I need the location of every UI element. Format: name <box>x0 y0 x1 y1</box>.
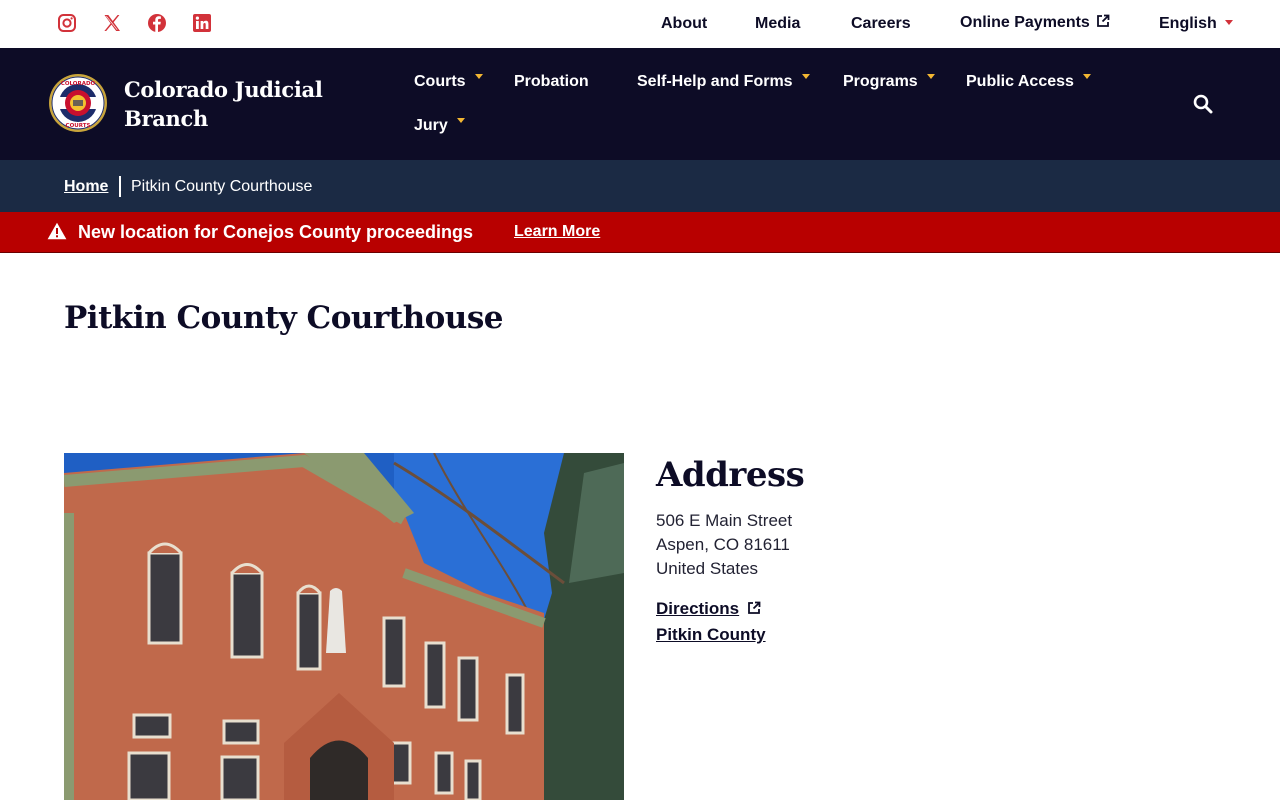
county-link[interactable]: Pitkin County <box>656 625 766 645</box>
utility-bar: About Media Careers Online Payments Engl… <box>0 0 1280 48</box>
x-link[interactable] <box>102 13 122 33</box>
alert-message: New location for Conejos County proceedi… <box>78 222 474 242</box>
careers-link[interactable]: Careers <box>851 15 911 33</box>
nav-public-access[interactable]: Public Access <box>966 73 1091 91</box>
search-icon <box>1193 94 1213 114</box>
search-button[interactable] <box>1193 94 1215 116</box>
breadcrumb-current: Pitkin County Courthouse <box>131 178 313 195</box>
address-heading: Address <box>656 455 805 495</box>
chevron-down-icon <box>474 74 483 79</box>
language-label: English <box>1159 15 1217 32</box>
warning-icon <box>47 222 67 240</box>
breadcrumb: Home Pitkin County Courthouse <box>0 160 1280 212</box>
directions-label: Directions <box>656 599 740 618</box>
online-payments-label: Online Payments <box>960 14 1090 31</box>
external-link-icon <box>1096 14 1110 33</box>
about-link[interactable]: About <box>661 15 707 33</box>
instagram-link[interactable] <box>57 13 77 33</box>
alert-learn-more-link[interactable]: Learn More <box>514 223 600 241</box>
chevron-down-icon <box>801 74 810 79</box>
chevron-down-icon <box>926 74 935 79</box>
breadcrumb-home-link[interactable]: Home <box>64 178 108 196</box>
alert-banner: New location for Conejos County proceedi… <box>0 212 1280 253</box>
x-icon <box>104 15 120 31</box>
address-city: Aspen, CO 81611 <box>656 535 790 554</box>
chevron-down-icon <box>1082 74 1091 79</box>
nav-self-help-label: Self-Help and Forms <box>637 73 793 90</box>
courthouse-photo <box>64 453 624 800</box>
nav-probation[interactable]: Probation <box>514 73 589 91</box>
colorado-courts-seal-icon: COLORADO COURTS <box>49 74 107 132</box>
nav-programs[interactable]: Programs <box>843 73 935 91</box>
courthouse-image <box>64 453 624 800</box>
main-header: COLORADO COURTS Colorado Judicial Branch… <box>0 48 1280 160</box>
external-link-icon <box>747 600 761 620</box>
nav-courts[interactable]: Courts <box>414 73 483 91</box>
page-title: Pitkin County Courthouse <box>64 300 504 336</box>
nav-programs-label: Programs <box>843 73 918 90</box>
nav-courts-label: Courts <box>414 73 466 90</box>
nav-jury-label: Jury <box>414 117 448 134</box>
nav-self-help-forms[interactable]: Self-Help and Forms <box>637 73 810 91</box>
brand-name: Colorado Judicial Branch <box>124 75 354 133</box>
instagram-icon <box>58 14 76 32</box>
media-link[interactable]: Media <box>755 15 800 33</box>
brand-line-2: Branch <box>124 106 208 131</box>
linkedin-link[interactable] <box>192 13 212 33</box>
chevron-down-icon <box>456 118 465 123</box>
language-select[interactable]: English <box>1159 15 1233 33</box>
nav-probation-label: Probation <box>514 73 589 90</box>
seal-text-top: COLORADO <box>61 81 96 87</box>
address-country: United States <box>656 559 759 578</box>
nav-jury[interactable]: Jury <box>414 117 465 135</box>
chevron-down-icon <box>1224 20 1233 25</box>
linkedin-icon <box>193 14 211 32</box>
facebook-icon <box>148 14 166 32</box>
seal-text-bottom: COURTS <box>66 123 91 129</box>
address-street: 506 E Main Street <box>656 511 793 530</box>
breadcrumb-divider <box>119 176 121 197</box>
directions-link[interactable]: Directions <box>656 599 761 620</box>
brand-line-1: Colorado Judicial <box>124 77 323 102</box>
facebook-link[interactable] <box>147 13 167 33</box>
nav-public-access-label: Public Access <box>966 73 1074 90</box>
online-payments-link[interactable]: Online Payments <box>960 14 1110 33</box>
